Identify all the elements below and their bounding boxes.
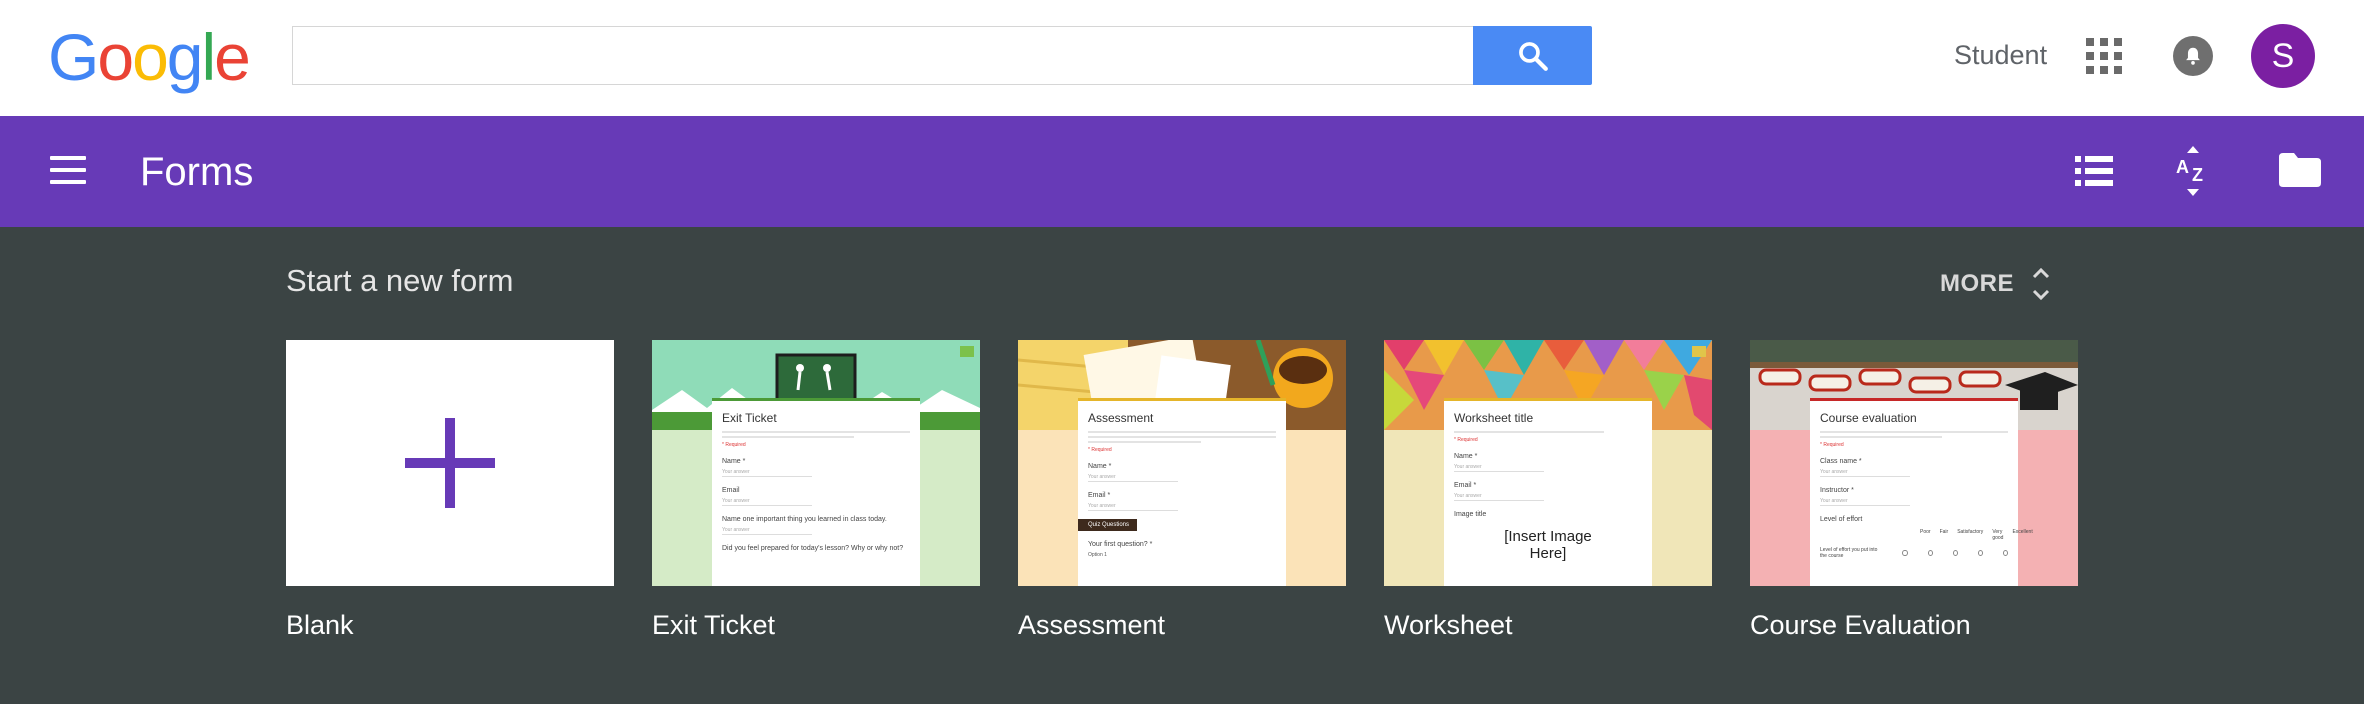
preview-required: * Required — [1088, 447, 1112, 453]
search-input[interactable] — [293, 27, 1473, 84]
preview-title: Exit Ticket — [722, 411, 777, 425]
template-label-blank: Blank — [286, 610, 354, 640]
bell-glyph-icon — [2186, 47, 2200, 65]
folder-icon[interactable] — [2279, 153, 2321, 187]
preview-title: Assessment — [1088, 411, 1154, 425]
template-card-blank[interactable] — [286, 340, 614, 586]
svg-text:A: A — [2176, 157, 2189, 177]
search-icon — [1518, 41, 1548, 71]
preview-title: Course evaluation — [1820, 411, 1917, 425]
preview-placeholder: Your answer — [1454, 493, 1544, 501]
logo-letter: G — [48, 20, 99, 94]
unfold-icon — [2032, 267, 2050, 301]
preview-required: * Required — [1454, 437, 1478, 443]
preview-title: Worksheet title — [1454, 411, 1534, 425]
logo-letter: o — [132, 20, 169, 94]
preview-scale-row: Level of effort you put into the course — [1820, 547, 2009, 559]
preview-placeholder: Your answer — [722, 527, 812, 535]
preview-placeholder: Your answer — [1454, 464, 1544, 472]
preview-field: Did you feel prepared for today's lesson… — [722, 545, 904, 552]
scale-label: Excellent — [2012, 529, 2033, 535]
gallery-title: Start a new form — [286, 263, 514, 298]
sort-az-icon[interactable]: A Z — [2173, 146, 2213, 196]
preview-placeholder: Your answer — [1820, 498, 1910, 506]
svg-text:Z: Z — [2192, 165, 2203, 185]
form-preview: Exit Ticket * Required Name * Your answe… — [712, 398, 920, 586]
google-top-bar: Google Student S — [0, 0, 2364, 116]
preview-field: Name * — [1088, 463, 1112, 470]
hamburger-menu-icon[interactable] — [50, 156, 86, 184]
preview-field: Image title — [1454, 511, 1487, 518]
search-button[interactable] — [1473, 26, 1592, 85]
preview-placeholder: Your answer — [1820, 469, 1910, 477]
logo-letter: o — [97, 20, 134, 94]
preview-option: Option 1 — [1088, 552, 1107, 558]
user-label: Student — [1954, 40, 2048, 70]
preview-field: Name * — [722, 458, 746, 465]
preview-field: Email — [722, 487, 740, 494]
template-label-worksheet: Worksheet — [1384, 610, 1513, 640]
preview-question: Your first question? * — [1088, 541, 1153, 548]
form-preview: Course evaluation * Required Class name … — [1810, 398, 2033, 586]
preview-field: Instructor * — [1820, 487, 1854, 494]
apps-grid-icon[interactable] — [2086, 38, 2122, 74]
more-label: MORE — [1940, 270, 2014, 297]
preview-field: Name * — [1454, 453, 1478, 460]
bell-icon[interactable] — [2173, 36, 2213, 76]
preview-placeholder: Your answer — [722, 498, 812, 506]
preview-scale-header: Poor Fair Satisfactory Very good Excelle… — [1920, 529, 2033, 541]
preview-section: Quiz Questions — [1078, 519, 1138, 531]
template-label-exit-ticket: Exit Ticket — [652, 610, 776, 640]
preview-field: Level of effort — [1820, 516, 1863, 523]
scale-row-label: Level of effort you put into the course — [1820, 547, 1878, 559]
scale-label: Satisfactory — [1957, 529, 1984, 535]
plus-icon — [405, 418, 495, 508]
preview-field: Email * — [1454, 482, 1477, 489]
page-title: Forms — [140, 150, 254, 194]
logo-letter: g — [166, 20, 204, 94]
template-label-course-evaluation: Course Evaluation — [1750, 610, 1971, 640]
avatar[interactable]: S — [2251, 24, 2315, 88]
form-preview: Worksheet title * Required Name * Your a… — [1444, 398, 1652, 586]
logo-letter: l — [201, 20, 217, 94]
template-card-course-evaluation[interactable]: Course evaluation * Required Class name … — [1750, 340, 2078, 586]
template-gallery: Start a new form MORE Blank Exit Ticket … — [0, 227, 2364, 704]
form-preview: Assessment * Required Name * Your answer… — [1078, 398, 1286, 586]
template-label-assessment: Assessment — [1018, 610, 1166, 640]
preview-field: Name one important thing you learned in … — [722, 516, 887, 523]
forms-app-bar: Forms A Z — [0, 116, 2364, 227]
template-card-exit-ticket[interactable]: Exit Ticket * Required Name * Your answe… — [652, 340, 980, 586]
search-field — [292, 26, 1473, 85]
preview-placeholder: Your answer — [722, 469, 812, 477]
scale-label: Poor — [1920, 529, 1931, 535]
preview-placeholder: Your answer — [1088, 474, 1178, 482]
preview-field: Email * — [1088, 492, 1111, 499]
logo-letter: e — [214, 20, 251, 94]
template-card-worksheet[interactable]: Worksheet title * Required Name * Your a… — [1384, 340, 1712, 586]
preview-field: Class name * — [1820, 458, 1862, 465]
template-card-assessment[interactable]: Assessment * Required Name * Your answer… — [1018, 340, 1346, 586]
preview-placeholder: Your answer — [1088, 503, 1178, 511]
scale-label: Very good — [1992, 529, 2004, 541]
preview-image-placeholder: [Insert Image Here] — [1504, 528, 1592, 562]
preview-required: * Required — [1820, 442, 1844, 448]
list-view-icon[interactable] — [2075, 156, 2113, 186]
preview-required: * Required — [722, 442, 746, 448]
google-logo[interactable]: Google — [48, 20, 251, 94]
scale-label: Fair — [1939, 529, 1949, 535]
more-templates-button[interactable]: MORE — [1940, 265, 2052, 303]
